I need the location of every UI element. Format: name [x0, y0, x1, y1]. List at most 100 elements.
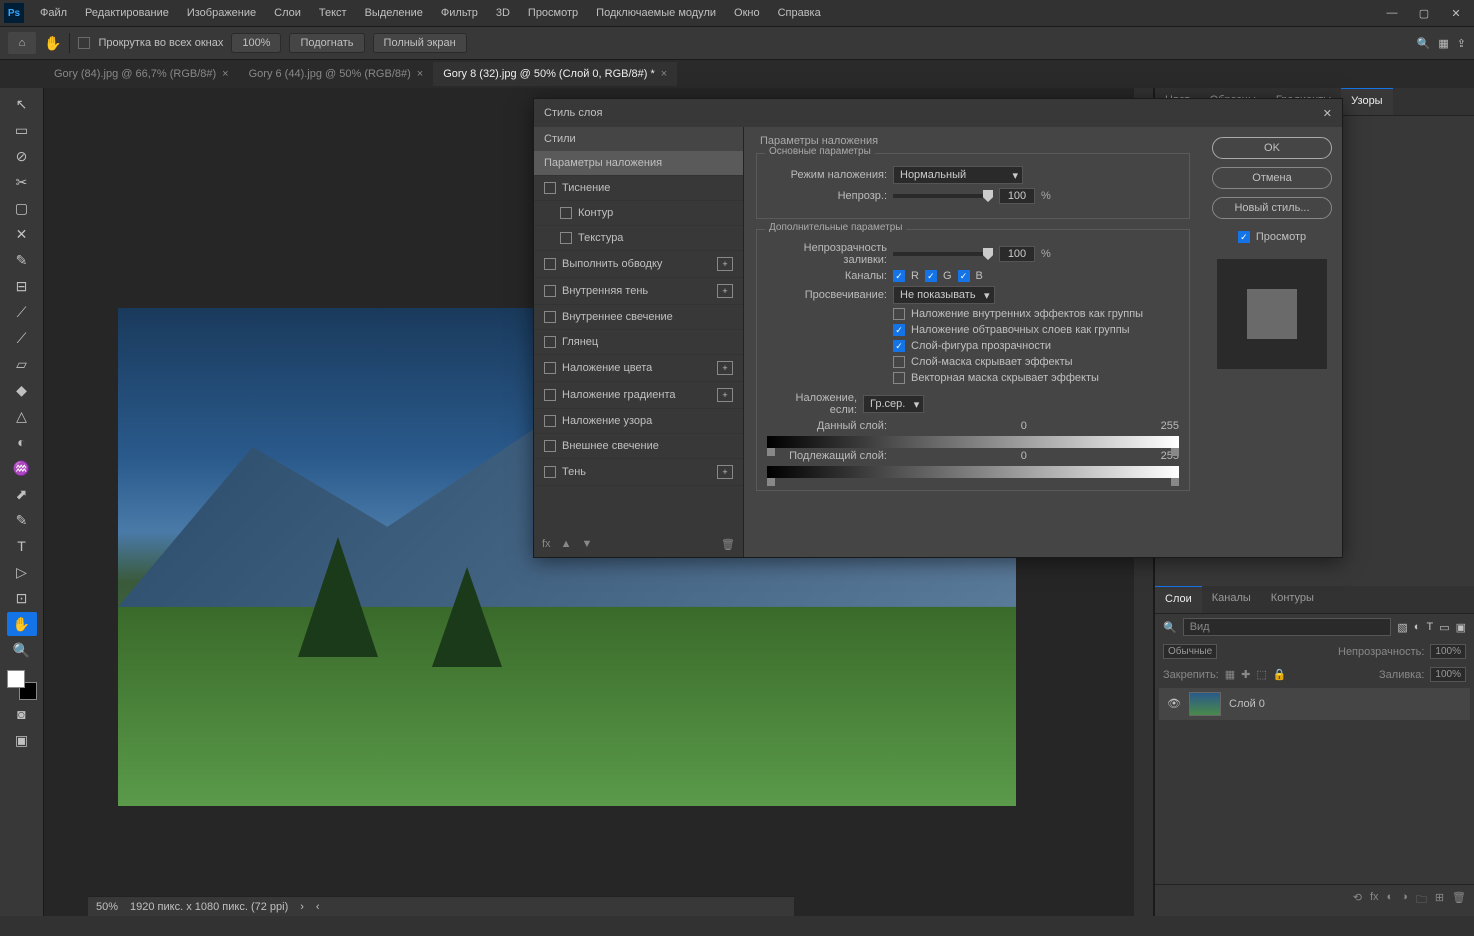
tool-4[interactable]: ▢: [7, 196, 37, 220]
under-layer-gradient[interactable]: [767, 466, 1179, 478]
style-checkbox[interactable]: [544, 285, 556, 297]
tool-1[interactable]: ▭: [7, 118, 37, 142]
tool-10[interactable]: ▱: [7, 352, 37, 376]
tool-14[interactable]: ♒: [7, 456, 37, 480]
tool-15[interactable]: ⬈: [7, 482, 37, 506]
add-instance-icon[interactable]: +: [717, 361, 733, 375]
style-checkbox[interactable]: [544, 389, 556, 401]
style-stroke[interactable]: Выполнить обводку+: [534, 251, 743, 278]
style-checkbox[interactable]: [544, 440, 556, 452]
style-texture[interactable]: Текстура: [534, 226, 743, 251]
style-checkbox[interactable]: [544, 336, 556, 348]
link-icon[interactable]: ⟲: [1353, 891, 1362, 910]
share-icon[interactable]: ⇪: [1457, 37, 1466, 50]
style-oglow[interactable]: Внешнее свечение: [534, 434, 743, 459]
tool-16[interactable]: ✎: [7, 508, 37, 532]
zoom-level[interactable]: 50%: [96, 901, 118, 913]
panel-tab-Слои[interactable]: Слои: [1155, 586, 1202, 613]
menu-Просмотр[interactable]: Просмотр: [520, 3, 586, 23]
trash-icon[interactable]: 🗑: [1452, 891, 1466, 910]
style-contour[interactable]: Контур: [534, 201, 743, 226]
style-checkbox[interactable]: [560, 232, 572, 244]
minimize-button[interactable]: —: [1378, 3, 1406, 23]
tool-8[interactable]: ⟋: [7, 300, 37, 324]
zoom-100-button[interactable]: 100%: [231, 33, 281, 53]
add-instance-icon[interactable]: +: [717, 388, 733, 402]
chevron-left-icon[interactable]: ‹: [316, 901, 320, 913]
style-bevel[interactable]: Тиснение: [534, 176, 743, 201]
tool-21[interactable]: 🔍: [7, 638, 37, 662]
add-instance-icon[interactable]: +: [717, 465, 733, 479]
menu-3D[interactable]: 3D: [488, 3, 518, 23]
screenmode-icon[interactable]: ▣: [7, 728, 37, 752]
chevron-right-icon[interactable]: ›: [300, 901, 304, 913]
filter-type-icon[interactable]: T: [1426, 621, 1433, 633]
tool-13[interactable]: ◐: [7, 430, 37, 454]
tool-6[interactable]: ✎: [7, 248, 37, 272]
panel-tab-Узоры[interactable]: Узоры: [1341, 88, 1392, 115]
document-tab[interactable]: Gory 8 (32).jpg @ 50% (Слой 0, RGB/8#) *…: [433, 62, 677, 86]
tab-close-icon[interactable]: ×: [661, 68, 667, 80]
cb-trans-shape[interactable]: ✓: [893, 340, 905, 352]
fx-icon[interactable]: fx: [1370, 891, 1379, 910]
style-grad[interactable]: Наложение градиента+: [534, 382, 743, 409]
style-iglow[interactable]: Внутреннее свечение: [534, 305, 743, 330]
style-checkbox[interactable]: [544, 258, 556, 270]
style-checkbox[interactable]: [544, 182, 556, 194]
opacity-input[interactable]: 100: [999, 188, 1035, 204]
style-blend[interactable]: Параметры наложения: [534, 151, 743, 176]
menu-Изображение[interactable]: Изображение: [179, 3, 264, 23]
style-checkbox[interactable]: [544, 415, 556, 427]
tool-11[interactable]: ◆: [7, 378, 37, 402]
tool-0[interactable]: ↖: [7, 92, 37, 116]
menu-Редактирование[interactable]: Редактирование: [77, 3, 177, 23]
mask-icon[interactable]: ◐: [1387, 891, 1394, 910]
blendif-select[interactable]: Гр.сер.: [863, 395, 924, 413]
dialog-close-icon[interactable]: ✕: [1323, 107, 1332, 120]
arrow-up-icon[interactable]: ▲: [561, 538, 572, 551]
layer-name[interactable]: Слой 0: [1229, 698, 1265, 710]
style-checkbox[interactable]: [560, 207, 572, 219]
arrow-down-icon[interactable]: ▼: [581, 538, 592, 551]
this-layer-gradient[interactable]: [767, 436, 1179, 448]
layer-thumbnail[interactable]: [1189, 692, 1221, 716]
tool-2[interactable]: ⊘: [7, 144, 37, 168]
style-checkbox[interactable]: [544, 362, 556, 374]
style-drop[interactable]: Тень+: [534, 459, 743, 486]
cb-clip-group[interactable]: ✓: [893, 324, 905, 336]
scroll-all-checkbox[interactable]: [78, 37, 90, 49]
tool-7[interactable]: ⊟: [7, 274, 37, 298]
tool-17[interactable]: T: [7, 534, 37, 558]
style-color[interactable]: Наложение цвета+: [534, 355, 743, 382]
fx-menu-icon[interactable]: fx: [542, 538, 551, 551]
menu-Фильтр[interactable]: Фильтр: [433, 3, 486, 23]
filter-shape-icon[interactable]: ▭: [1439, 621, 1449, 634]
menu-Выделение[interactable]: Выделение: [357, 3, 431, 23]
visibility-icon[interactable]: 👁: [1167, 697, 1181, 711]
tool-9[interactable]: ⟋: [7, 326, 37, 350]
fit-screen-button[interactable]: Подогнать: [289, 33, 364, 53]
dialog-titlebar[interactable]: Стиль слоя ✕: [534, 99, 1342, 127]
opacity-slider[interactable]: [893, 194, 993, 198]
filter-adjust-icon[interactable]: ◐: [1414, 621, 1421, 633]
add-instance-icon[interactable]: +: [717, 284, 733, 298]
maximize-button[interactable]: ▢: [1410, 3, 1438, 23]
style-satin[interactable]: Глянец: [534, 330, 743, 355]
color-swatches[interactable]: [7, 670, 37, 700]
tool-12[interactable]: △: [7, 404, 37, 428]
blend-mode-select[interactable]: Нормальный: [893, 166, 1023, 184]
adjustment-icon[interactable]: ◑: [1401, 891, 1408, 910]
lock-icon[interactable]: 🔒: [1273, 668, 1287, 681]
tab-close-icon[interactable]: ×: [222, 68, 228, 80]
tool-20[interactable]: ✋: [7, 612, 37, 636]
channel-r-checkbox[interactable]: ✓: [893, 270, 905, 282]
folder-icon[interactable]: 🗀: [1416, 891, 1427, 910]
layer-row[interactable]: 👁 Слой 0: [1159, 688, 1470, 720]
style-checkbox[interactable]: [544, 466, 556, 478]
ok-button[interactable]: OK: [1212, 137, 1332, 159]
knockout-select[interactable]: Не показывать: [893, 286, 995, 304]
style-ishadow[interactable]: Внутренняя тень+: [534, 278, 743, 305]
lock-all-icon[interactable]: ▦: [1225, 668, 1235, 681]
menu-Файл[interactable]: Файл: [32, 3, 75, 23]
new-layer-icon[interactable]: ⊞: [1435, 891, 1444, 910]
